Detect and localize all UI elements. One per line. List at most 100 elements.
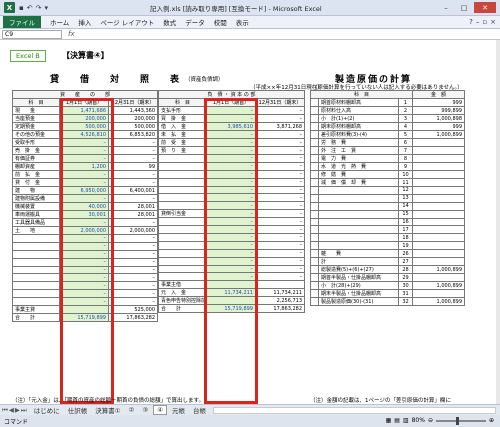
mfg-num-cell[interactable]: 32: [398, 297, 413, 307]
assets-dec-cell[interactable]: –: [107, 218, 159, 227]
view-pagebreak-icon[interactable]: ▥: [403, 417, 409, 424]
assets-dec-cell[interactable]: 6,853,820: [107, 130, 159, 139]
liabilities-jan-cell[interactable]: –: [206, 248, 256, 258]
mfg-no-cell[interactable]: [310, 106, 319, 115]
assets-jan-cell[interactable]: –: [59, 241, 109, 251]
mfg-amount-cell[interactable]: 1,000,899: [412, 297, 465, 307]
assets-jan-cell[interactable]: –: [59, 194, 109, 203]
sheet-tab[interactable]: 台帳: [190, 405, 209, 415]
tab-insert[interactable]: 挿入: [78, 17, 91, 27]
liabilities-jan-cell[interactable]: 11,734,211: [206, 288, 256, 298]
close-button[interactable]: ✕: [474, 2, 496, 13]
liabilities-item-cell[interactable]: 預 り 金: [158, 146, 207, 155]
mfg-item-cell[interactable]: 期末半製品・仕掛品棚卸高: [318, 289, 399, 299]
assets-jan-cell[interactable]: 500,000: [59, 122, 109, 131]
liabilities-item-cell[interactable]: [158, 233, 207, 242]
assets-item-cell[interactable]: 現 金: [12, 106, 60, 115]
assets-jan-cell[interactable]: [59, 305, 109, 315]
liabilities-dec-cell[interactable]: 17,863,282: [254, 304, 306, 314]
assets-dec-cell[interactable]: 1,443,360: [107, 106, 159, 115]
assets-item-cell[interactable]: 売 掛 金: [12, 146, 60, 155]
assets-dec-cell[interactable]: 6,400,001: [107, 186, 159, 195]
liabilities-dec-cell[interactable]: –: [254, 130, 306, 139]
mfg-item-cell[interactable]: 労 務 費: [318, 138, 399, 147]
mfg-num-cell[interactable]: 11: [398, 178, 413, 187]
vertical-scrollbar[interactable]: [496, 40, 500, 404]
liabilities-item-cell[interactable]: 支払手形: [158, 106, 207, 115]
mfg-amount-cell[interactable]: [412, 162, 465, 171]
mfg-amount-cell[interactable]: [412, 249, 465, 259]
mfg-item-cell[interactable]: 期首半製品・仕掛品棚卸高: [318, 273, 399, 283]
mfg-no-cell[interactable]: [310, 265, 319, 275]
assets-dec-cell[interactable]: –: [107, 194, 159, 203]
liabilities-jan-cell[interactable]: [206, 296, 256, 306]
liabilities-item-cell[interactable]: [158, 201, 207, 211]
liabilities-jan-cell[interactable]: –: [206, 217, 256, 227]
mfg-num-cell[interactable]: 15: [398, 209, 413, 219]
mfg-amount-cell[interactable]: 999,899: [412, 106, 465, 115]
mfg-amount-cell[interactable]: [412, 201, 465, 211]
mfg-no-cell[interactable]: [310, 297, 319, 307]
mfg-num-cell[interactable]: 26: [398, 249, 413, 259]
zoom-in-icon[interactable]: ⊕: [489, 417, 494, 424]
mfg-num-cell[interactable]: 30: [398, 281, 413, 291]
liabilities-item-cell[interactable]: [158, 264, 207, 274]
assets-item-cell[interactable]: その他の預金: [12, 130, 60, 139]
mfg-item-cell[interactable]: [318, 241, 399, 251]
liabilities-item-cell[interactable]: [158, 185, 207, 195]
mfg-num-cell[interactable]: 3: [398, 114, 413, 123]
assets-dec-cell[interactable]: 200,000: [107, 114, 159, 123]
mfg-item-cell[interactable]: 計: [318, 257, 399, 267]
assets-jan-cell[interactable]: 15,719,899: [59, 313, 109, 323]
liabilities-dec-cell[interactable]: –: [254, 106, 306, 115]
mfg-num-cell[interactable]: 29: [398, 273, 413, 283]
tab-data[interactable]: データ: [185, 17, 205, 27]
liabilities-dec-cell[interactable]: –: [254, 209, 306, 219]
mfg-no-cell[interactable]: [310, 249, 319, 259]
liabilities-dec-cell[interactable]: [254, 280, 306, 290]
customize-qat-icon[interactable]: ▾: [45, 4, 49, 12]
liabilities-jan-cell[interactable]: –: [206, 256, 256, 266]
liabilities-jan-cell[interactable]: –: [206, 169, 256, 179]
assets-dec-cell[interactable]: –: [107, 138, 159, 147]
mfg-amount-cell[interactable]: 1,000,899: [412, 281, 465, 291]
mfg-item-cell[interactable]: [318, 217, 399, 227]
liabilities-item-cell[interactable]: 合 計: [158, 304, 207, 314]
liabilities-item-cell[interactable]: [158, 169, 207, 179]
liabilities-item-cell[interactable]: [158, 256, 207, 266]
mfg-no-cell[interactable]: [310, 233, 319, 243]
assets-item-cell[interactable]: 工具器具備品: [12, 218, 60, 227]
liabilities-jan-cell[interactable]: 15,719,899: [206, 304, 256, 314]
assets-item-cell[interactable]: 定期預金: [12, 122, 60, 131]
last-sheet-icon[interactable]: ⏭: [21, 406, 27, 415]
liabilities-dec-cell[interactable]: –: [254, 272, 306, 282]
liabilities-dec-cell[interactable]: 3,871,268: [254, 122, 306, 131]
liabilities-jan-cell[interactable]: –: [206, 177, 256, 187]
liabilities-dec-cell[interactable]: –: [254, 146, 306, 155]
assets-jan-cell[interactable]: –: [59, 249, 109, 259]
mfg-no-cell[interactable]: [310, 289, 319, 299]
assets-dec-cell[interactable]: –: [107, 234, 159, 243]
sheet-tab[interactable]: はじめに: [31, 405, 63, 415]
mfg-num-cell[interactable]: 1: [398, 98, 413, 107]
liabilities-dec-cell[interactable]: –: [254, 185, 306, 195]
assets-jan-cell[interactable]: –: [59, 281, 109, 291]
assets-jan-cell[interactable]: –: [59, 289, 109, 299]
save-icon[interactable]: ▪: [19, 4, 24, 12]
assets-dec-cell[interactable]: 99: [107, 162, 159, 171]
assets-item-cell[interactable]: [12, 249, 60, 259]
assets-dec-cell[interactable]: –: [107, 170, 159, 179]
assets-jan-cell[interactable]: –: [59, 297, 109, 307]
mfg-num-cell[interactable]: 8: [398, 154, 413, 163]
liabilities-jan-cell[interactable]: –: [206, 161, 256, 171]
mfg-amount-cell[interactable]: [412, 233, 465, 243]
mfg-item-cell[interactable]: 水 道 光 熱 費: [318, 162, 399, 171]
next-sheet-icon[interactable]: ▶: [15, 406, 20, 415]
mfg-item-cell[interactable]: 外 注 工 賃: [318, 146, 399, 155]
restore-ribbon-icon[interactable]: –: [476, 18, 480, 26]
mfg-amount-cell[interactable]: [412, 146, 465, 155]
mfg-num-cell[interactable]: 5: [398, 130, 413, 139]
assets-jan-cell[interactable]: –: [59, 146, 109, 155]
sheet-tab[interactable]: 元帳: [169, 405, 188, 415]
liabilities-item-cell[interactable]: [158, 240, 207, 250]
